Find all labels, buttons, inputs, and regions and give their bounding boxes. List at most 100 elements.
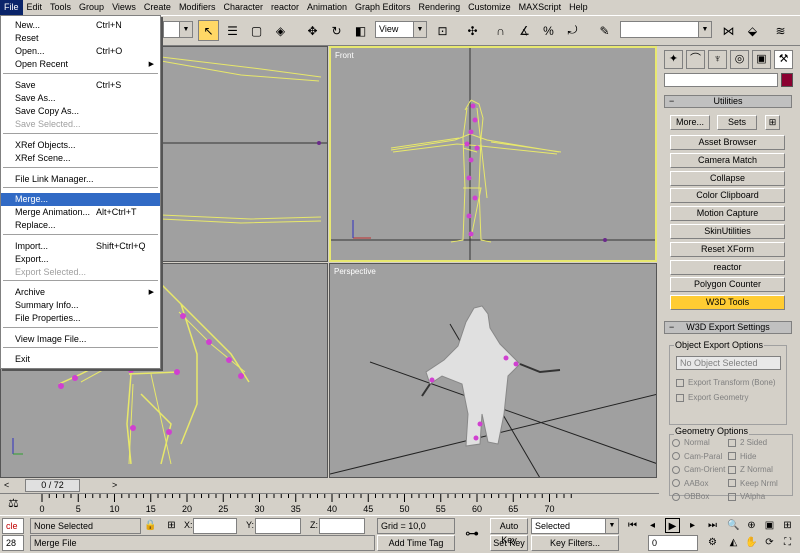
menu-help[interactable]: Help [565,0,592,15]
utility-reset-xform-button[interactable]: Reset XForm [670,241,785,257]
rotate-icon[interactable]: ↻ [326,20,347,41]
object-color-swatch[interactable] [781,73,793,87]
geom-checkbox-2-sided[interactable]: 2 Sided [728,438,767,447]
menu-tools[interactable]: Tools [46,0,75,15]
key-selection-dropdown[interactable]: Selected ▼ [531,518,619,534]
geom-checkbox-hide[interactable]: Hide [728,452,756,461]
configure-sets-icon[interactable]: ⊞ [765,115,780,130]
export-transform-checkbox[interactable]: Export Transform (Bone) [676,378,776,387]
utility-motion-capture-button[interactable]: Motion Capture [670,206,785,222]
layer-manager-icon[interactable]: ≋ [770,20,791,41]
field-of-view-icon[interactable]: ◭ [726,535,741,550]
snap-toggle-icon[interactable]: ∩ [490,20,511,41]
time-next-icon[interactable]: > [112,480,117,490]
hierarchy-tab-icon[interactable]: ♆ [708,50,727,69]
set-key-button[interactable]: Set Key [490,535,528,551]
file-menu-new[interactable]: New... Ctrl+N [1,19,160,32]
utility-reactor-button[interactable]: reactor [670,259,785,275]
menu-views[interactable]: Views [108,0,140,15]
menu-modifiers[interactable]: Modifiers [175,0,220,15]
scale-icon[interactable]: ◧ [350,20,371,41]
zoom-all-icon[interactable]: ⊕ [744,518,759,533]
geom-radio-cam-paral[interactable]: Cam-Paral [672,452,722,461]
file-menu-open-recent[interactable]: Open Recent ▶ [1,58,160,71]
window-crossing-icon[interactable]: ◈ [270,20,291,41]
sets-button[interactable]: Sets [717,115,757,130]
file-menu-xref-scene[interactable]: XRef Scene... [1,152,160,165]
file-menu-save-as[interactable]: Save As... [1,92,160,105]
export-geometry-checkbox[interactable]: Export Geometry [676,393,748,402]
menu-rendering[interactable]: Rendering [415,0,465,15]
menu-customize[interactable]: Customize [464,0,515,15]
menu-file[interactable]: File [0,0,23,15]
geom-radio-cam-orient[interactable]: Cam-Orient [672,465,725,474]
time-config-icon[interactable]: ⚙ [705,535,720,550]
select-by-name-icon[interactable]: ☰ [222,20,243,41]
auto-key-button[interactable]: Auto Key [490,518,528,545]
w3d-rollout-header[interactable]: − W3D Export Settings [664,321,792,334]
motion-tab-icon[interactable]: ◎ [730,50,749,69]
menu-maxscript[interactable]: MAXScript [515,0,566,15]
file-menu-open[interactable]: Open... Ctrl+O [1,45,160,58]
file-menu-exit[interactable]: Exit [1,353,160,366]
reference-coord-dropdown[interactable]: View ▼ [375,21,427,38]
utility-skinutilities-button[interactable]: SkinUtilities [670,224,785,239]
file-menu-merge[interactable]: Merge... [1,193,160,206]
geom-checkbox-z-normal[interactable]: Z Normal [728,465,773,474]
menu-edit[interactable]: Edit [23,0,47,15]
select-manipulate-icon[interactable]: ✣ [462,20,483,41]
file-menu-import[interactable]: Import... Shift+Ctrl+Q [1,240,160,253]
file-menu-summary-info[interactable]: Summary Info... [1,299,160,312]
viewport-perspective[interactable]: Perspective [329,263,657,478]
mirror-icon[interactable]: ⋈ [718,20,739,41]
named-selection-icon[interactable]: ✎ [594,20,615,41]
geom-radio-normal[interactable]: Normal [672,438,710,447]
file-menu-xref-objects[interactable]: XRef Objects... [1,139,160,152]
align-icon[interactable]: ⬙ [742,20,763,41]
maxscript-listener-bottom[interactable]: 28 [2,535,24,551]
menu-reactor[interactable]: reactor [267,0,303,15]
geom-checkbox-valpha[interactable]: VAlpha [728,492,765,501]
time-slider-thumb[interactable]: 0 / 72 [25,479,80,492]
more-button[interactable]: More... [670,115,710,130]
time-prev-icon[interactable]: < [4,480,9,490]
file-menu-file-properties[interactable]: File Properties... [1,312,160,325]
file-menu-file-link-manager[interactable]: File Link Manager... [1,173,160,186]
spinner-snap-icon[interactable]: ⤾ [562,20,583,41]
x-coordinate-field[interactable] [193,518,237,534]
menu-create[interactable]: Create [140,0,175,15]
utility-camera-match-button[interactable]: Camera Match [670,152,785,168]
zoom-extents-all-icon[interactable]: ⊞ [780,518,795,533]
play-icon[interactable]: ▶ [665,518,680,533]
z-coordinate-field[interactable] [319,518,365,534]
file-menu-reset[interactable]: Reset [1,32,160,45]
add-time-tag-button[interactable]: Add Time Tag [377,535,455,551]
create-tab-icon[interactable]: ✦ [664,50,683,69]
utilities-tab-icon[interactable]: ⚒ [774,50,793,69]
y-coordinate-field[interactable] [255,518,301,534]
file-menu-save[interactable]: Save Ctrl+S [1,79,160,92]
file-menu-view-image-file[interactable]: View Image File... [1,333,160,346]
pan-icon[interactable]: ✋ [744,535,759,550]
time-slider[interactable]: 0 / 72 < > [0,478,659,493]
modify-tab-icon[interactable]: ⌒ [686,50,705,69]
arc-rotate-icon[interactable]: ⟳ [762,535,777,550]
percent-snap-icon[interactable]: % [538,20,559,41]
geom-radio-obbox[interactable]: OBBox [672,492,709,501]
goto-start-icon[interactable]: ⏮ [625,518,640,533]
lock-selection-icon[interactable]: 🔒 [143,518,158,533]
track-bar[interactable]: ⚖ 0 5 10 15 20 25 30 35 40 45 50 55 60 65 70 [0,493,659,515]
menu-animation[interactable]: Animation [303,0,351,15]
geom-checkbox-keep-nrml[interactable]: Keep Nrml [728,479,778,488]
next-frame-icon[interactable]: ▸ [685,518,700,533]
angle-snap-icon[interactable]: ∡ [514,20,535,41]
select-arrow-icon[interactable]: ↖ [198,20,219,41]
display-tab-icon[interactable]: ▣ [752,50,771,69]
utilities-rollout-header[interactable]: − Utilities [664,95,792,108]
zoom-icon[interactable]: 🔍 [726,518,741,533]
file-menu-archive[interactable]: Archive ▶ [1,286,160,299]
file-menu-save-copy-as[interactable]: Save Copy As... [1,105,160,118]
utility-polygon-counter-button[interactable]: Polygon Counter [670,277,785,293]
goto-end-icon[interactable]: ⏭ [705,518,720,533]
selection-filter-dropdown[interactable]: ▼ [163,21,193,38]
